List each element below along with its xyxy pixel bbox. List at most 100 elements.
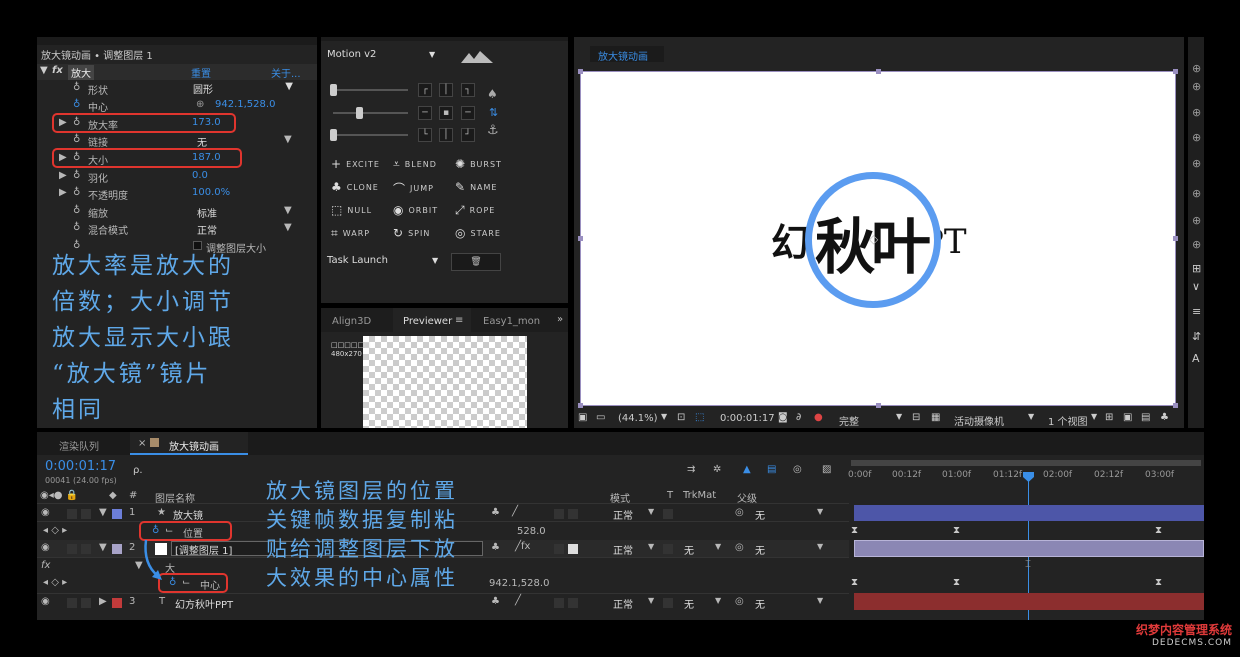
transform-handle[interactable] <box>578 69 583 74</box>
fx-icon[interactable]: fx <box>52 65 63 76</box>
quality-switch-icon[interactable]: ╱ <box>515 595 521 606</box>
chevron-down-icon[interactable]: ▼ <box>284 222 292 233</box>
column-layer-name[interactable]: 图层名称 <box>155 490 195 505</box>
transform-handle[interactable] <box>876 403 881 408</box>
side-icon[interactable]: A <box>1192 352 1200 365</box>
trkmat-box[interactable] <box>663 509 673 519</box>
search-icon[interactable]: ρ. <box>133 465 143 476</box>
excite-button[interactable]: + EXCITE <box>331 157 380 171</box>
chevron-down-icon[interactable]: ▼ <box>715 596 721 605</box>
pickwhip-icon[interactable]: ◎ <box>735 596 744 607</box>
chevron-down-icon[interactable]: ▼ <box>648 507 654 516</box>
eye-icon[interactable]: ◉ <box>41 507 50 518</box>
chevron-down-icon[interactable]: ▼ <box>648 542 654 551</box>
stopwatch-icon[interactable]: ♁ <box>73 82 80 93</box>
expand-arrow-icon[interactable]: ▶ <box>59 170 67 181</box>
null-button[interactable]: ⬚ NULL <box>331 203 372 217</box>
tab-comp[interactable]: 放大镜动画 <box>169 438 219 453</box>
stopwatch-active-icon[interactable]: ♁ <box>73 99 80 110</box>
always-preview-icon[interactable]: ▣ <box>578 412 587 423</box>
transform-handle[interactable] <box>578 236 583 241</box>
keyframe-marker[interactable]: ⧗ <box>851 577 858 588</box>
slider-track[interactable] <box>333 134 408 136</box>
lock-switch[interactable] <box>81 509 91 519</box>
switch-box[interactable] <box>568 509 578 519</box>
anchor-icon[interactable]: ⚓ <box>487 123 499 138</box>
frame-blending-icon[interactable]: ▤ <box>767 464 776 475</box>
opacity-value[interactable]: 100.0% <box>192 187 230 198</box>
side-icon[interactable]: ⇵ <box>1192 330 1201 343</box>
mode-dropdown[interactable]: 正常 <box>613 596 633 611</box>
chevron-down-icon[interactable]: ▼ <box>284 134 292 145</box>
chevron-down-icon[interactable]: ▼ <box>817 542 823 551</box>
label-color[interactable] <box>112 544 122 554</box>
toggle-pixel-icon[interactable]: ⊞ <box>1105 412 1113 423</box>
pickwhip-icon[interactable]: ◎ <box>735 507 744 518</box>
mountains-icon[interactable] <box>461 51 493 63</box>
expand-arrow-icon[interactable]: ▼ <box>99 542 107 553</box>
about-link[interactable]: 关于... <box>271 65 301 80</box>
layer-3-duration-bar[interactable] <box>854 593 1204 610</box>
lock-switch[interactable] <box>81 598 91 608</box>
trkmat-box[interactable] <box>663 598 673 608</box>
link-dropdown[interactable]: 无 <box>197 134 207 149</box>
solo-switch[interactable] <box>67 544 77 554</box>
flowchart-icon[interactable]: ♣ <box>1160 412 1169 423</box>
mask-icon[interactable]: ⬚ <box>695 412 704 423</box>
burst-button[interactable]: ✺ BURST <box>455 157 502 171</box>
anchor-bottom-left-button[interactable]: └ <box>418 128 432 142</box>
motion-version-dropdown[interactable]: Motion v2 ▼ <box>327 49 439 66</box>
anchor-right-button[interactable]: ─ <box>461 106 475 120</box>
name-button[interactable]: ✎ NAME <box>455 180 497 194</box>
expand-arrow-icon[interactable]: ▼ <box>40 65 48 76</box>
side-icon[interactable]: ⊕ <box>1192 80 1201 93</box>
feather-value[interactable]: 0.0 <box>192 170 208 181</box>
anchor-top-button[interactable]: │ <box>439 83 453 97</box>
adjustment-switch[interactable] <box>568 544 578 554</box>
transform-handle[interactable] <box>578 403 583 408</box>
jump-button[interactable]: ⌒ JUMP <box>393 180 434 197</box>
side-icon[interactable]: ∨ <box>1192 280 1200 293</box>
transform-handle[interactable] <box>1173 69 1178 74</box>
transform-handle[interactable] <box>1173 236 1178 241</box>
effect-row[interactable]: ▼ fx 放大 重置 关于... <box>37 64 317 80</box>
anchor-point-icon[interactable]: ◇ <box>869 232 878 246</box>
layer-name[interactable]: [调整图层 1] <box>175 542 232 557</box>
solo-switch[interactable] <box>67 598 77 608</box>
chevron-down-icon[interactable]: ▼ <box>1091 412 1097 421</box>
chevron-down-icon[interactable]: ▼ <box>1028 412 1034 421</box>
side-icon[interactable]: ⊕ <box>1192 157 1201 170</box>
side-icon[interactable]: ⊕ <box>1192 106 1201 119</box>
tab-easy1-mon[interactable]: Easy1_mon <box>483 316 540 327</box>
chevron-down-icon[interactable]: ▼ <box>648 596 654 605</box>
layer-name[interactable]: 放大镜 <box>173 507 203 522</box>
stopwatch-icon[interactable]: ♁ <box>73 205 80 216</box>
lock-switch[interactable] <box>81 544 91 554</box>
comp-canvas[interactable]: 幻 PT 秋叶 ◇ <box>580 71 1176 406</box>
camera-dropdown[interactable]: 活动摄像机 <box>954 413 1004 428</box>
layer-1-duration-bar[interactable] <box>854 505 1204 521</box>
rope-button[interactable]: ⤢ ROPE <box>455 203 495 218</box>
transparency-grid-icon[interactable]: ▦ <box>931 412 940 423</box>
anchor-left-button[interactable]: ─ <box>418 106 432 120</box>
transform-handle[interactable] <box>1173 403 1178 408</box>
keyframe-marker[interactable]: ⧗ <box>1155 525 1162 536</box>
shy-switch-icon[interactable]: ♣ <box>491 596 500 607</box>
blend-mode-dropdown[interactable]: 正常 <box>197 222 217 237</box>
chevron-down-icon[interactable]: ▼ <box>284 205 292 216</box>
comp-mini-flowchart-icon[interactable]: ⇉ <box>687 464 695 475</box>
anchor-bottom-button[interactable]: │ <box>439 128 453 142</box>
label-color[interactable] <box>112 598 122 608</box>
views-dropdown[interactable]: 1 个视图 <box>1048 413 1088 428</box>
draft-3d-icon[interactable]: ✲ <box>713 464 721 475</box>
label-color[interactable] <box>112 509 122 519</box>
overflow-chevron-icon[interactable]: » <box>557 314 563 325</box>
monitor-icon[interactable]: ▭ <box>596 412 605 423</box>
switch-box[interactable] <box>554 598 564 608</box>
eye-icon[interactable]: ◉ <box>41 596 50 607</box>
region-icon[interactable]: ⊟ <box>912 412 920 423</box>
color-channels-icon[interactable]: ● <box>814 412 823 423</box>
side-icon[interactable]: ≡ <box>1192 305 1201 318</box>
spin-button[interactable]: ↻ SPIN <box>393 226 430 240</box>
task-launch-dropdown[interactable]: Task Launch ▼ <box>327 255 443 272</box>
